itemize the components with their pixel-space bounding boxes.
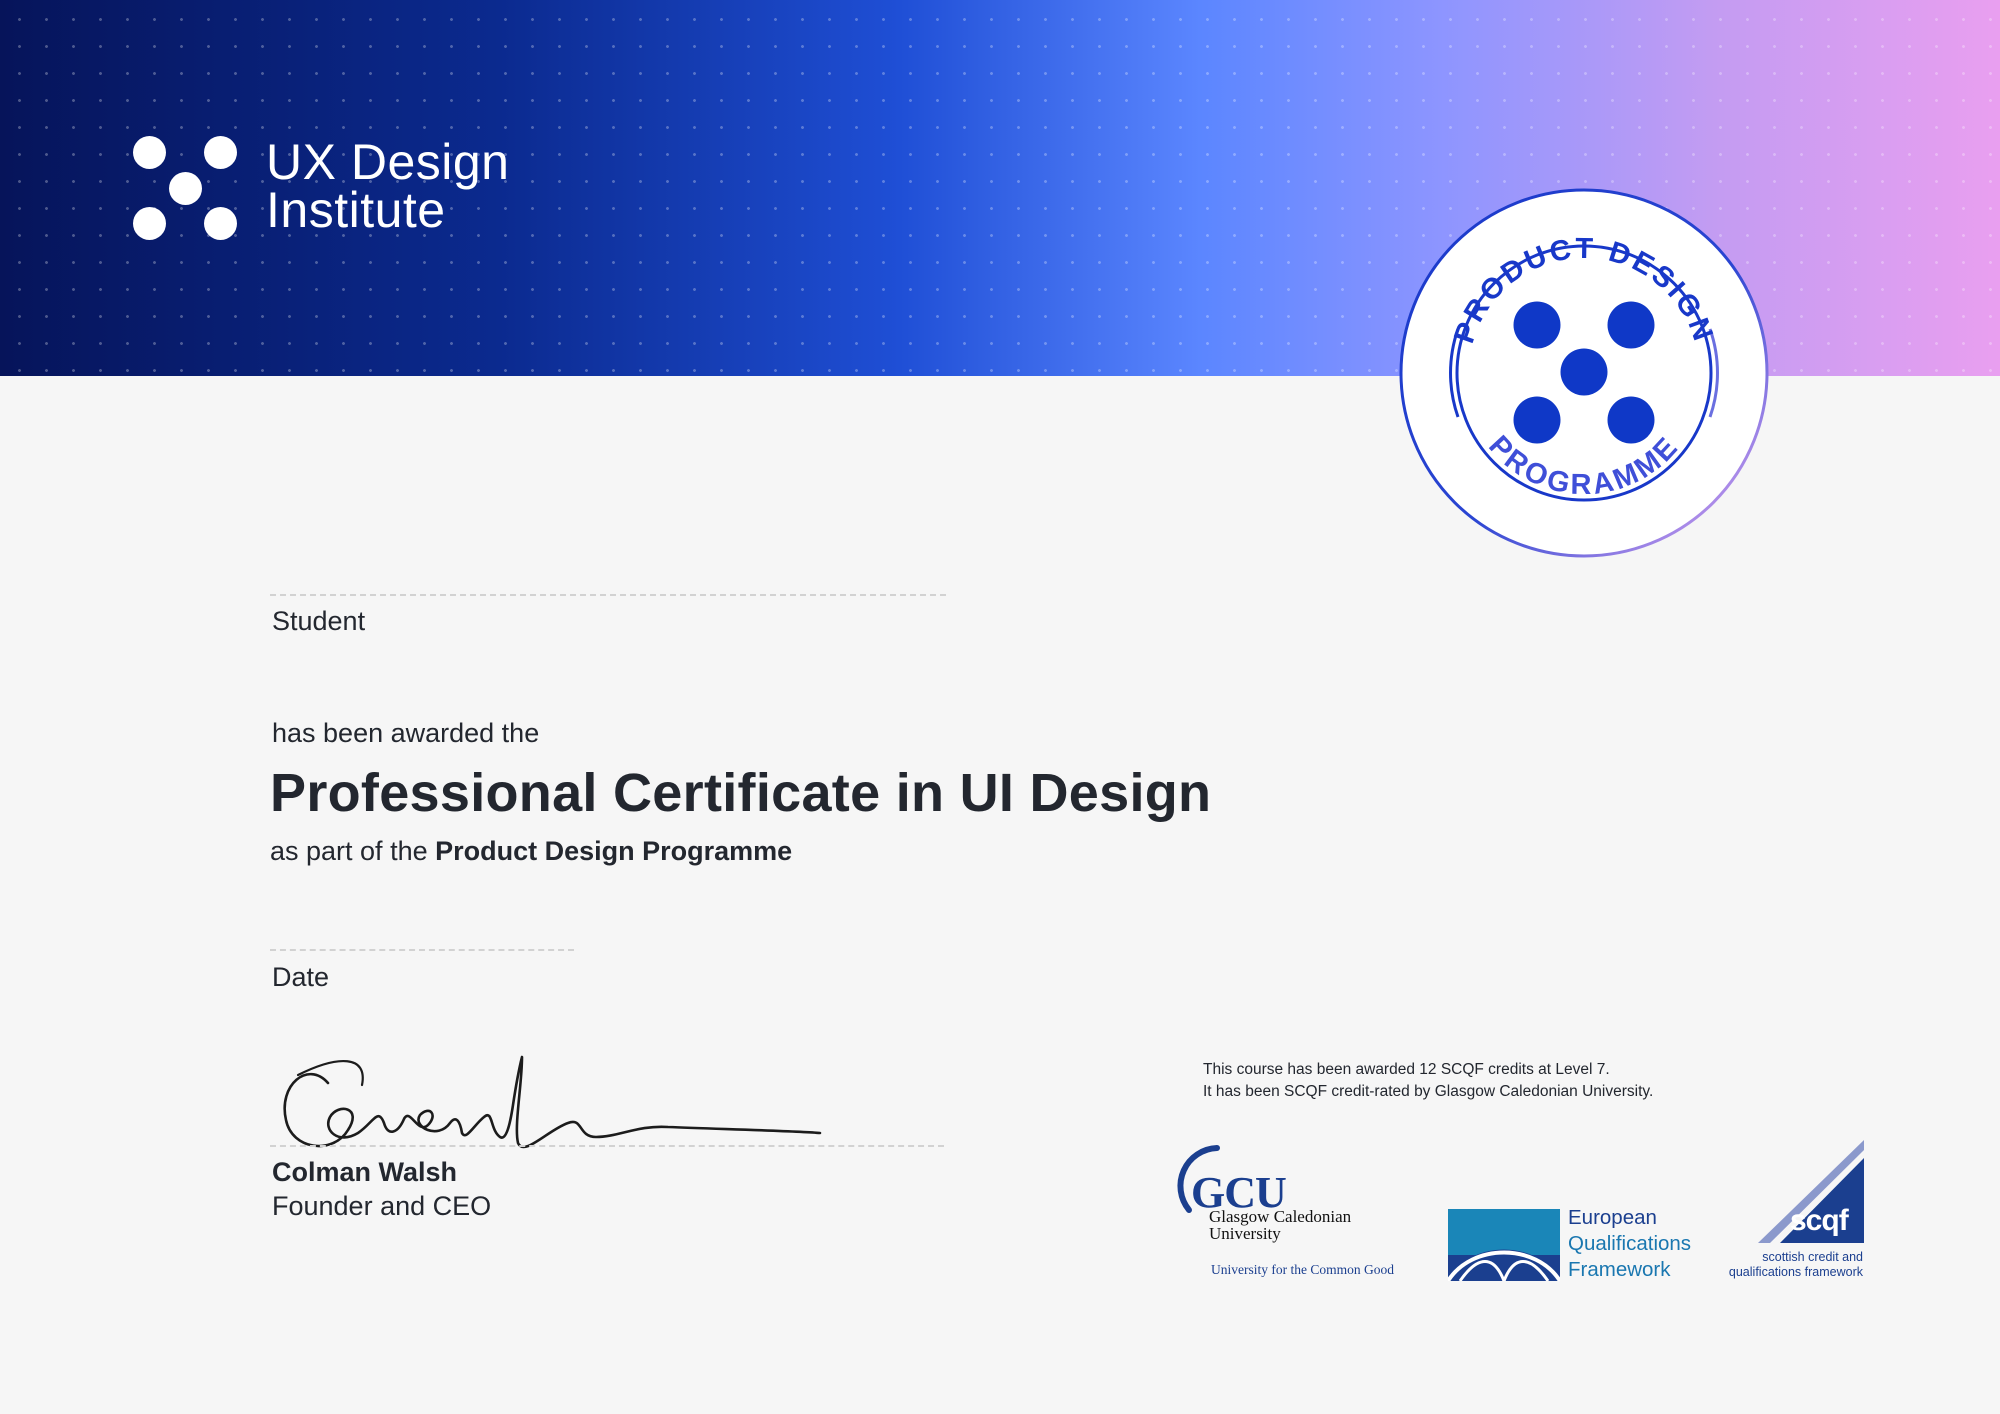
gcu-tagline: University for the Common Good (1211, 1262, 1394, 1277)
ux-design-institute-logo: UX Design Institute (133, 136, 533, 246)
logo-dots-icon (133, 136, 243, 246)
credit-note-line-2: It has been SCQF credit-rated by Glasgow… (1203, 1083, 1654, 1100)
scqf-word: scqf (1790, 1204, 1849, 1237)
eqf-line-2: Qualifications (1568, 1232, 1692, 1255)
certificate-title: Professional Certificate in UI Design (270, 763, 1212, 823)
gcu-name-line-1: Glasgow Caledonian (1209, 1207, 1352, 1226)
scqf-tagline: scottish credit and qualifications frame… (1722, 1250, 1863, 1280)
signature-line (270, 1145, 944, 1147)
student-label: Student (272, 606, 366, 636)
product-design-programme-seal: PRODUCT DESIGN PROGRAMME (1399, 188, 1769, 558)
programme-line: as part of the Product Design Programme (270, 836, 792, 867)
awarded-intro: has been awarded the (272, 718, 540, 748)
logo-line-2: Institute (266, 182, 446, 238)
signer-name: Colman Walsh (272, 1157, 458, 1187)
scqf-logo: scqf scottish credit and qualifications … (1722, 1140, 1864, 1282)
scqf-tag-line-1: scottish credit and (1762, 1250, 1863, 1264)
programme-name: Product Design Programme (435, 836, 793, 866)
gcu-name: Glasgow Caledonian University (1209, 1208, 1351, 1242)
student-name-line (270, 594, 946, 596)
scqf-credit-note: This course has been awarded 12 SCQF cre… (1203, 1059, 1653, 1103)
gcu-name-line-2: University (1209, 1224, 1281, 1243)
logo-line-1: UX Design (266, 134, 510, 190)
eqf-bridge-icon (1448, 1209, 1560, 1281)
signature (283, 1055, 822, 1149)
credit-note-line-1: This course has been awarded 12 SCQF cre… (1203, 1061, 1610, 1078)
gcu-logo: GCU Glasgow Caledonian University Univer… (1175, 1138, 1425, 1280)
signer-role: Founder and CEO (272, 1191, 492, 1221)
eqf-line-3: Framework (1568, 1258, 1671, 1281)
date-line (270, 949, 574, 951)
date-label: Date (272, 962, 330, 992)
scqf-tag-line-2: qualifications framework (1728, 1265, 1863, 1279)
logo-wordmark: UX Design Institute (266, 134, 510, 238)
eqf-logo: European Qualifications Framework (1448, 1203, 1708, 1283)
programme-prefix: as part of the (270, 836, 428, 866)
eqf-wordmark: European Qualifications Framework (1568, 1205, 1691, 1283)
eqf-line-1: European (1568, 1206, 1657, 1229)
